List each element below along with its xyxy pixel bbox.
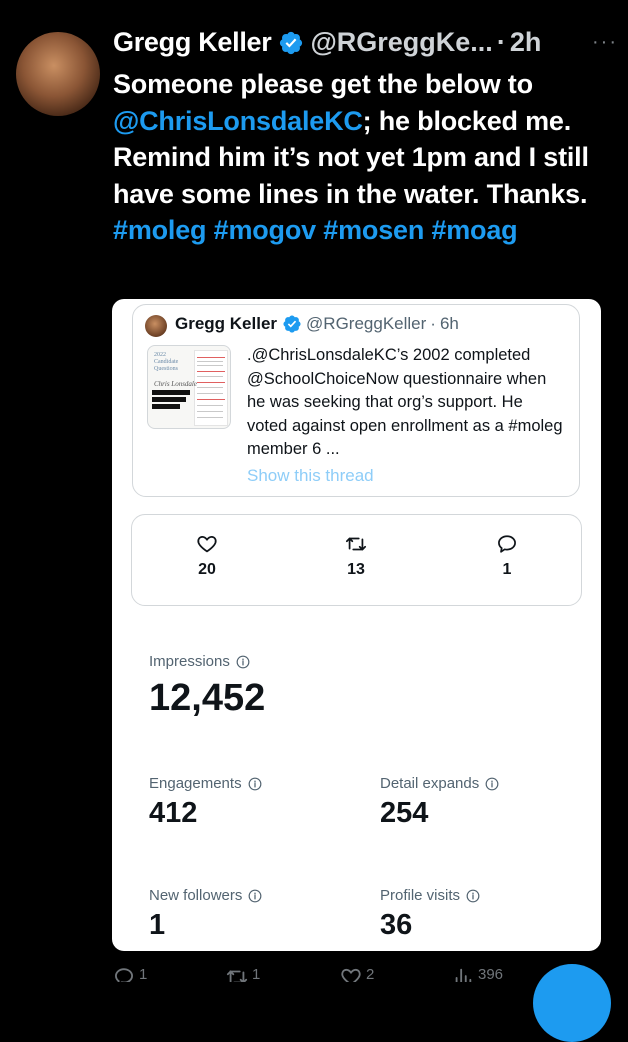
- views-button[interactable]: 396: [452, 966, 503, 982]
- heart-icon: [341, 968, 361, 982]
- profile-visits-value: 36: [380, 909, 413, 941]
- detail-expands-label-text: Detail expands: [380, 775, 480, 792]
- profile-visits-label: Profile visits: [380, 887, 480, 904]
- info-icon[interactable]: [466, 889, 480, 903]
- hashtag-link[interactable]: #moag: [431, 215, 517, 245]
- views-chart-icon: [455, 968, 472, 982]
- hashtag-link[interactable]: #mosen: [323, 215, 424, 245]
- reply-button[interactable]: 1: [113, 966, 147, 982]
- reply-bubble-icon: [477, 533, 537, 555]
- retweet-icon: [226, 970, 248, 982]
- quoted-author-name[interactable]: Gregg Keller: [175, 314, 277, 334]
- quoted-timestamp[interactable]: 6h: [440, 314, 459, 334]
- tweet-text: Someone please get the below to @ChrisLo…: [113, 66, 613, 249]
- compose-tweet-button[interactable]: [533, 964, 611, 1042]
- more-options-icon[interactable]: ···: [592, 31, 618, 54]
- thumbnail-page: [194, 350, 228, 426]
- retweets-count: 13: [347, 561, 365, 578]
- likes-count: 20: [198, 561, 216, 578]
- tweet-text-part: Someone please get the below to: [113, 69, 533, 99]
- retweet-count: 1: [252, 966, 261, 982]
- heart-icon: [177, 533, 237, 555]
- reply-count: 1: [139, 966, 148, 982]
- quoted-author-handle[interactable]: @RGreggKeller: [306, 314, 426, 334]
- hashtag-link[interactable]: #mogov: [214, 215, 317, 245]
- tweet-header: Gregg Keller @RGreggKe... · 2h ···: [113, 27, 618, 58]
- like-button[interactable]: 2: [340, 966, 374, 982]
- new-followers-value: 1: [149, 909, 166, 941]
- retweet-button[interactable]: 1: [226, 966, 260, 982]
- verified-badge-icon: [278, 30, 304, 56]
- author-handle[interactable]: @RGreggKe...: [310, 27, 492, 58]
- engagements-label-text: Engagements: [149, 775, 242, 792]
- quoted-media-thumbnail[interactable]: 2022 Candidate Questions Chris Lonsdale: [147, 345, 231, 429]
- detail-expands-value: 254: [380, 797, 429, 829]
- info-icon[interactable]: [248, 777, 262, 791]
- show-thread-link[interactable]: Show this thread: [247, 466, 374, 486]
- retweets-stat[interactable]: 13: [326, 533, 386, 579]
- new-followers-label-text: New followers: [149, 887, 243, 904]
- impressions-label-text: Impressions: [149, 653, 230, 670]
- quoted-tweet[interactable]: Gregg Keller @RGreggKeller · 6h 2022 Can…: [132, 304, 580, 497]
- info-icon[interactable]: [248, 889, 262, 903]
- impressions-value: 12,452: [149, 677, 266, 719]
- quoted-author-avatar[interactable]: [145, 315, 167, 337]
- like-count: 2: [366, 966, 375, 982]
- impressions-label: Impressions: [149, 653, 250, 670]
- quoted-tweet-text: .@ChrisLonsdaleKC’s 2002 completed @Scho…: [247, 346, 563, 458]
- verified-badge-icon: [282, 314, 302, 334]
- author-avatar[interactable]: [16, 32, 100, 116]
- replies-stat[interactable]: 1: [477, 533, 537, 579]
- author-name[interactable]: Gregg Keller: [113, 27, 272, 58]
- analytics-card: Gregg Keller @RGreggKeller · 6h 2022 Can…: [112, 299, 601, 951]
- tweet-action-bar: 1 1 2 396: [0, 964, 628, 982]
- views-count: 396: [478, 966, 504, 982]
- info-icon[interactable]: [236, 655, 250, 669]
- info-icon[interactable]: [485, 777, 499, 791]
- quoted-tweet-header: Gregg Keller @RGreggKeller · 6h: [175, 314, 459, 334]
- detail-expands-label: Detail expands: [380, 775, 499, 792]
- engagements-value: 412: [149, 797, 198, 829]
- reply-bubble-icon: [115, 968, 133, 982]
- retweet-icon: [326, 533, 386, 555]
- engagement-stats: 20 13 1: [131, 514, 582, 606]
- separator-dot: ·: [496, 27, 506, 57]
- engagements-label: Engagements: [149, 775, 262, 792]
- profile-visits-label-text: Profile visits: [380, 887, 461, 904]
- mention-link[interactable]: @ChrisLonsdaleKC: [113, 106, 363, 136]
- separator-dot: ·: [430, 314, 436, 333]
- new-followers-label: New followers: [149, 887, 262, 904]
- replies-count: 1: [502, 561, 512, 578]
- thumbnail-title: 2022 Candidate Questions: [154, 352, 179, 372]
- likes-stat[interactable]: 20: [177, 533, 237, 579]
- tweet-timestamp[interactable]: 2h: [510, 27, 542, 58]
- hashtag-link[interactable]: #moleg: [113, 215, 207, 245]
- thumbnail-signature: Chris Lonsdale: [154, 380, 197, 388]
